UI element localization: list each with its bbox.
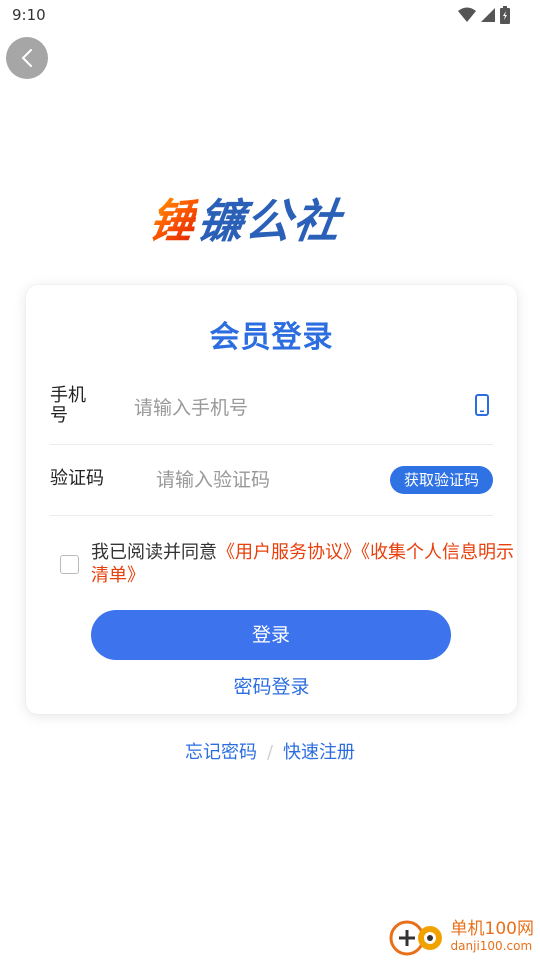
agreement-prefix: 我已阅读并同意 <box>91 542 217 563</box>
logo-char: 社 <box>289 194 344 248</box>
logo-char: 公 <box>241 194 296 248</box>
mobile-phone-icon <box>475 394 489 416</box>
code-label: 验证码 <box>50 468 104 489</box>
code-row: 验证码 获取验证码 <box>50 445 493 516</box>
login-button[interactable]: 登录 <box>91 610 451 660</box>
signal-icon <box>481 8 495 22</box>
password-login-link: 密码登录 <box>26 672 517 699</box>
chevron-left-icon <box>21 49 32 67</box>
login-card: 会员登录 手机号 验证码 获取验证码 我已阅读并同意《用户服务协议》《收集个人信… <box>26 285 517 714</box>
password-login-text[interactable]: 密码登录 <box>233 676 309 698</box>
phone-row: 手机号 <box>50 370 493 445</box>
agreement-checkbox[interactable] <box>60 555 79 574</box>
forgot-password-link[interactable]: 忘记密码 <box>185 742 257 763</box>
status-time: 9:10 <box>12 6 46 24</box>
get-code-button[interactable]: 获取验证码 <box>389 466 493 494</box>
agreement-text: 我已阅读并同意《用户服务协议》《收集个人信息明示清单》 <box>91 541 521 587</box>
brand-logo: 锤 镰 公 社 <box>146 186 395 250</box>
quick-register-link[interactable]: 快速注册 <box>283 742 355 763</box>
battery-icon <box>500 6 510 24</box>
code-input[interactable] <box>154 464 368 496</box>
phone-input[interactable] <box>132 392 436 424</box>
back-button[interactable] <box>6 37 48 79</box>
logo-char: 镰 <box>193 194 248 248</box>
link-separator: / <box>266 742 274 763</box>
watermark-site-name: 单机100网 <box>450 919 534 939</box>
bottom-links: 忘记密码 / 快速注册 <box>0 738 540 764</box>
logo-char: 锤 <box>145 185 200 251</box>
status-icons <box>458 6 510 24</box>
watermark: 单机100网 danji100.com <box>387 916 534 956</box>
wifi-icon <box>458 7 476 22</box>
status-bar: 9:10 <box>0 0 540 32</box>
watermark-site-url: danji100.com <box>450 939 533 953</box>
user-agreement-link[interactable]: 《用户服务协议》 <box>217 542 361 563</box>
card-title: 会员登录 <box>209 320 334 355</box>
phone-label: 手机号 <box>50 385 86 426</box>
watermark-logo-icon <box>389 920 442 956</box>
